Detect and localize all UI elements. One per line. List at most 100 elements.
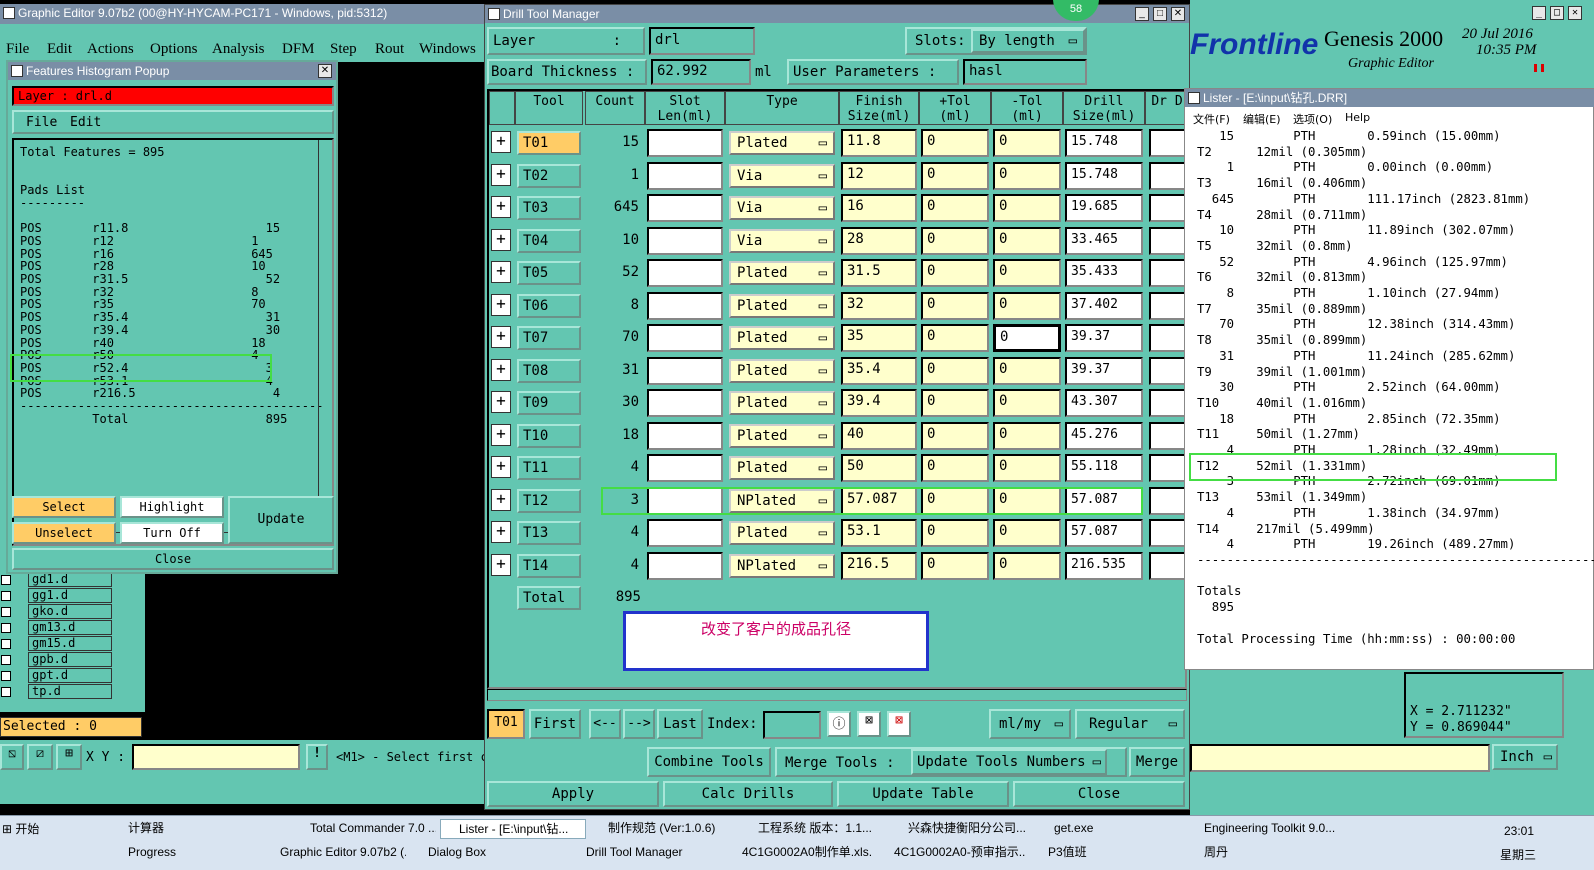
expand-icon[interactable]: + [491, 553, 511, 576]
drill-size-input[interactable]: 216.535 [1065, 551, 1143, 580]
highlight-button[interactable]: Highlight [120, 496, 224, 518]
menu-edit[interactable]: Edit [47, 41, 72, 58]
menu-edit[interactable]: Edit [70, 115, 101, 130]
calc-drills-button[interactable]: Calc Drills [663, 781, 833, 807]
plus-tol-input[interactable]: 0 [921, 161, 989, 190]
unit-dropdown[interactable]: Inch ▭ [1492, 744, 1558, 770]
units-dropdown[interactable]: ml/my ▭ [989, 709, 1071, 739]
taskbar-item[interactable]: Total Commander 7.0 ... [292, 819, 436, 839]
plus-tol-input[interactable]: 0 [921, 194, 989, 222]
type-dropdown[interactable]: Plated ▭ [729, 358, 835, 383]
layer-row[interactable]: gpb.d [0, 652, 116, 668]
minus-tol-input[interactable]: 0 [993, 389, 1061, 417]
minus-tol-input[interactable]: 0 [993, 519, 1061, 547]
slot-length-input[interactable] [647, 291, 723, 320]
slot-length-input[interactable] [647, 519, 723, 547]
taskbar-item[interactable]: 计算器 [110, 819, 288, 839]
last-button[interactable]: Last [657, 709, 703, 739]
slot-length-input[interactable] [647, 129, 723, 157]
minus-tol-input[interactable]: 0 [993, 226, 1061, 255]
plus-tol-input[interactable]: 0 [921, 454, 989, 482]
plus-tol-input[interactable]: 0 [921, 129, 989, 157]
delete-icon[interactable]: ⊠ [887, 711, 911, 737]
prev-button[interactable]: <-- [589, 709, 621, 739]
tool-button[interactable]: T04 [517, 228, 581, 253]
tool-icon-1[interactable]: ⧅ [0, 744, 24, 770]
layer-row[interactable]: tp.d [0, 684, 116, 700]
tool-button[interactable]: T02 [517, 163, 581, 188]
expand-icon[interactable]: + [491, 261, 511, 283]
finish-size-input[interactable]: 50 [841, 454, 917, 482]
finish-size-input[interactable]: 31.5 [841, 259, 917, 287]
menu-file[interactable]: File [6, 41, 29, 58]
dr-input[interactable] [1149, 226, 1185, 255]
close-button[interactable]: Close [1013, 781, 1185, 807]
minus-tol-input[interactable]: 0 [993, 421, 1061, 450]
finish-size-input[interactable]: 39.4 [841, 389, 917, 417]
taskbar-item[interactable]: 周丹 [1186, 843, 1306, 863]
minus-tol-input[interactable]: 0 [993, 324, 1061, 352]
type-dropdown[interactable]: NPlated ▭ [729, 553, 835, 578]
finish-size-input[interactable]: 53.1 [841, 519, 917, 547]
dr-input[interactable] [1149, 259, 1185, 287]
finish-size-input[interactable]: 40 [841, 421, 917, 450]
combine-tools-button[interactable]: Combine Tools [647, 747, 771, 777]
vertical-scrollbar[interactable] [318, 140, 332, 538]
taskbar-item[interactable]: Graphic Editor 9.07b2 (... [262, 843, 406, 863]
dr-input[interactable] [1149, 194, 1185, 222]
plus-tol-input[interactable]: 0 [921, 519, 989, 547]
table-hscrollbar[interactable] [487, 689, 1187, 701]
menu-options[interactable]: Options [150, 41, 198, 58]
expand-icon[interactable]: + [491, 456, 511, 478]
grid-icon[interactable]: ⊞ [56, 744, 82, 770]
dr-input[interactable] [1149, 356, 1185, 385]
update-numbers-dropdown[interactable]: Update Tools Numbers ▭ [911, 749, 1107, 775]
layer-checkbox[interactable] [1, 607, 11, 617]
minus-tol-input[interactable]: 0 [993, 291, 1061, 320]
zoom-icon[interactable]: ⊠ [857, 711, 881, 737]
dr-input[interactable] [1149, 551, 1185, 580]
layer-row[interactable]: gpt.d [0, 668, 116, 684]
taskbar-item[interactable]: Progress [110, 843, 258, 863]
menu-actions[interactable]: Actions [87, 41, 134, 58]
dr-input[interactable] [1149, 291, 1185, 320]
plus-tol-input[interactable]: 0 [921, 259, 989, 287]
expand-icon[interactable]: + [491, 358, 511, 381]
expand-icon[interactable]: + [491, 131, 511, 153]
finish-size-input[interactable]: 28 [841, 226, 917, 255]
drill-size-input[interactable]: 43.307 [1065, 389, 1143, 417]
expand-icon[interactable]: + [491, 293, 511, 316]
taskbar-item[interactable]: get.exe [1036, 819, 1182, 839]
drill-size-input[interactable]: 57.087 [1065, 519, 1143, 547]
minus-tol-input[interactable]: 0 [993, 551, 1061, 580]
tool-button[interactable]: T10 [517, 423, 581, 448]
finish-size-input[interactable]: 12 [841, 161, 917, 190]
close-button[interactable]: Close [12, 548, 334, 570]
layer-field[interactable]: drl [649, 27, 755, 55]
tool-button[interactable]: T01 [517, 131, 581, 155]
select-button[interactable]: Select [12, 496, 116, 518]
xy-input[interactable] [132, 744, 300, 770]
menu-file[interactable]: File [26, 115, 57, 130]
layer-row[interactable]: gg1.d [0, 588, 116, 604]
taskbar-item[interactable]: Dialog Box [410, 843, 564, 863]
minus-tol-input[interactable]: 0 [993, 129, 1061, 157]
maximize-icon[interactable]: □ [1550, 6, 1564, 20]
menu-analysis[interactable]: Analysis [212, 41, 265, 58]
menu-options[interactable]: 选项(O) [1293, 111, 1332, 127]
index-input[interactable] [763, 711, 821, 739]
finish-size-input[interactable]: 11.8 [841, 129, 917, 157]
expand-icon[interactable]: + [491, 423, 511, 446]
finish-size-input[interactable]: 35 [841, 324, 917, 352]
minimize-icon[interactable]: _ [1532, 6, 1546, 20]
tool-button[interactable]: T11 [517, 456, 581, 480]
taskbar-item[interactable]: P3值班 [1030, 843, 1182, 863]
slot-length-input[interactable] [647, 161, 723, 190]
drill-size-input[interactable]: 39.37 [1065, 356, 1143, 385]
next-button[interactable]: --> [623, 709, 655, 739]
slot-length-input[interactable] [647, 454, 723, 482]
tool-button[interactable]: T08 [517, 358, 581, 383]
first-button[interactable]: First [529, 709, 581, 739]
finish-size-input[interactable]: 16 [841, 194, 917, 222]
minus-tol-input[interactable]: 0 [993, 454, 1061, 482]
